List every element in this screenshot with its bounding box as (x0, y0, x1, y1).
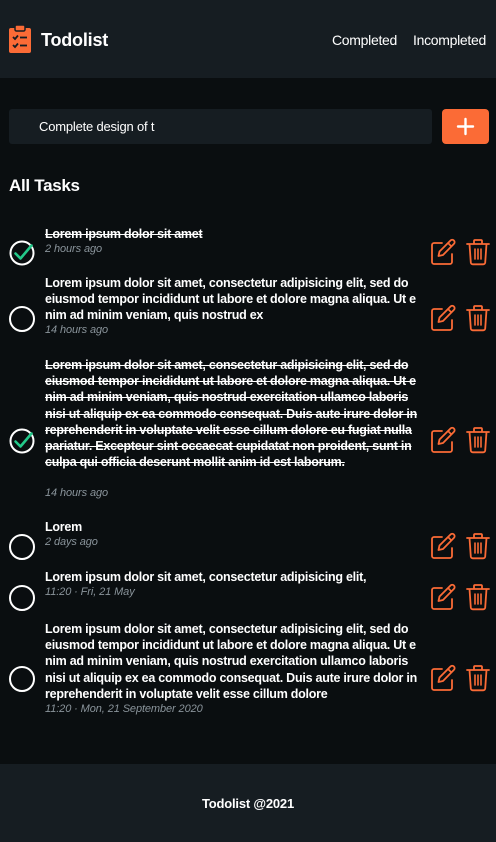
edit-icon[interactable] (430, 664, 456, 692)
empty-circle-icon[interactable] (9, 585, 35, 611)
add-task-button[interactable] (442, 109, 489, 144)
task-text: Lorem ipsum dolor sit amet (45, 227, 203, 241)
task-text: Lorem ipsum dolor sit amet, consectetur … (45, 570, 367, 584)
edit-icon[interactable] (430, 304, 456, 332)
section-title: All Tasks (9, 176, 80, 195)
trash-icon[interactable] (465, 583, 491, 611)
task-time: 11:20 · Mon, 21 September 2020 (45, 702, 203, 715)
trash-icon[interactable] (465, 238, 491, 266)
task-text: Lorem ipsum dolor sit amet, consectetur … (45, 276, 416, 323)
empty-circle-icon[interactable] (9, 666, 35, 692)
app-title: Todolist (41, 30, 109, 50)
edit-icon[interactable] (430, 426, 456, 454)
task-row: Lorem ipsum dolor sit amet, consectetur … (0, 569, 496, 611)
task-row: Lorem ipsum dolor sit amet, consectetur … (0, 275, 496, 344)
empty-circle-icon[interactable] (9, 534, 35, 560)
new-task-input[interactable] (9, 109, 432, 144)
footer-text: Todolist @2021 (202, 796, 294, 811)
clipboard-checklist-icon (9, 24, 31, 53)
task-row: Lorem 2 days ago (0, 519, 496, 560)
task-text: Lorem ipsum dolor sit amet, consectetur … (45, 622, 418, 701)
edit-icon[interactable] (430, 583, 456, 611)
check-circle-icon[interactable] (9, 428, 35, 454)
task-time: 11:20 · Fri, 21 May (45, 585, 135, 598)
check-circle-icon[interactable] (9, 240, 35, 266)
nav-completed-link[interactable]: Completed (332, 32, 397, 48)
task-time: 14 hours ago (45, 487, 109, 500)
empty-circle-icon[interactable] (9, 306, 35, 332)
trash-icon[interactable] (465, 304, 491, 332)
edit-icon[interactable] (430, 532, 456, 560)
task-text: Lorem ipsum dolor sit amet, consectetur … (45, 358, 418, 470)
task-text: Lorem (45, 520, 82, 534)
task-row: Lorem ipsum dolor sit amet, consectetur … (0, 357, 496, 507)
edit-icon[interactable] (430, 238, 456, 266)
task-row: Lorem ipsum dolor sit amet 2 hours ago (0, 226, 496, 266)
trash-icon[interactable] (465, 532, 491, 560)
task-time: 2 hours ago (45, 242, 102, 255)
nav-incompleted-link[interactable]: Incompleted (413, 32, 486, 48)
task-row: Lorem ipsum dolor sit amet, consectetur … (0, 621, 496, 722)
trash-icon[interactable] (465, 426, 491, 454)
app-footer: Todolist @2021 (0, 764, 496, 842)
task-time: 14 hours ago (45, 324, 109, 337)
plus-icon (456, 117, 475, 136)
trash-icon[interactable] (465, 664, 491, 692)
app-header: Todolist Completed Incompleted (0, 0, 496, 78)
task-time: 2 days ago (45, 535, 98, 548)
